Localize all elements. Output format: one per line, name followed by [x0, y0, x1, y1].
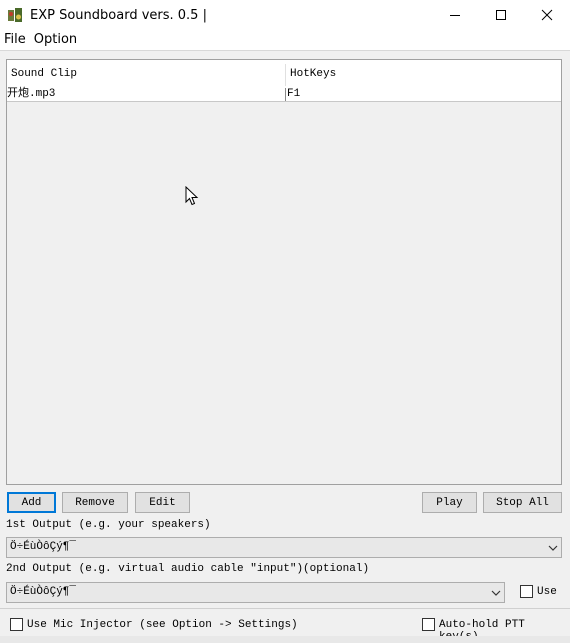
speaker-app-icon [6, 6, 24, 24]
sound-clip-list[interactable]: Sound Clip HotKeys 开炮.mp3 F1 [6, 59, 562, 485]
minimize-icon [450, 15, 460, 16]
mic-injector-label[interactable]: Use Mic Injector (see Option -> Settings… [27, 619, 298, 631]
use-second-output-label[interactable]: Use [537, 586, 557, 598]
add-button[interactable]: Add [7, 492, 56, 513]
mouse-cursor-icon [185, 186, 199, 206]
output1-label: 1st Output (e.g. your speakers) [6, 519, 211, 531]
column-header-sound-clip[interactable]: Sound Clip [7, 60, 77, 88]
title-bar[interactable]: EXP Soundboard vers. 0.5 | [0, 0, 570, 30]
menu-file[interactable]: File [0, 30, 30, 50]
use-second-output-checkbox[interactable] [520, 585, 533, 598]
clip-name: 开炮.mp3 [7, 88, 56, 100]
minimize-button[interactable] [432, 0, 478, 30]
close-icon [541, 9, 553, 21]
menu-option[interactable]: Option [30, 30, 81, 50]
list-item[interactable]: 开炮.mp3 F1 [7, 88, 561, 102]
stop-all-button[interactable]: Stop All [483, 492, 562, 513]
chevron-down-icon [491, 590, 501, 596]
window-title: EXP Soundboard vers. 0.5 | [30, 7, 207, 23]
output2-value: Ö÷ÉùÒôÇý¶¯ [10, 586, 77, 598]
output2-select[interactable]: Ö÷ÉùÒôÇý¶¯ [6, 582, 505, 603]
remove-button[interactable]: Remove [62, 492, 128, 513]
chevron-down-icon [548, 545, 558, 551]
list-header: Sound Clip HotKeys [7, 60, 561, 89]
output2-label: 2nd Output (e.g. virtual audio cable "in… [6, 563, 370, 575]
window-bottom-edge [0, 636, 570, 643]
edit-button[interactable]: Edit [135, 492, 190, 513]
clip-hotkey: F1 [287, 88, 301, 100]
close-button[interactable] [524, 0, 570, 30]
menu-bar: File Option [0, 30, 570, 51]
output1-select[interactable]: Ö÷ÉùÒôÇý¶¯ [6, 537, 562, 558]
mic-injector-checkbox[interactable] [10, 618, 23, 631]
maximize-button[interactable] [478, 0, 524, 30]
divider [0, 608, 570, 609]
play-button[interactable]: Play [422, 492, 477, 513]
maximize-icon [496, 10, 506, 20]
column-header-hotkeys[interactable]: HotKeys [286, 60, 336, 88]
auto-hold-ptt-checkbox[interactable] [422, 618, 435, 631]
row-separator [285, 88, 286, 101]
output1-value: Ö÷ÉùÒôÇý¶¯ [10, 541, 77, 553]
